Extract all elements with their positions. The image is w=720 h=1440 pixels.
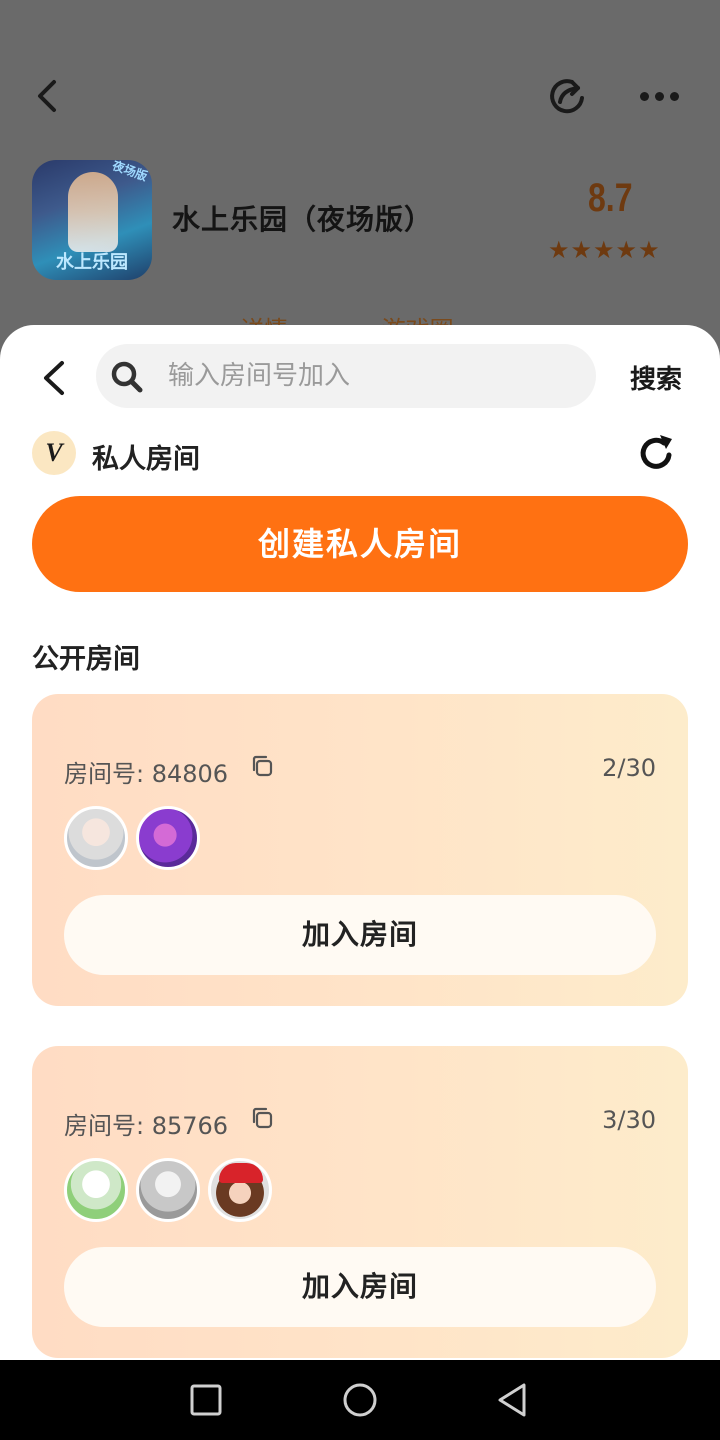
rating-stars: ★★★★★ xyxy=(548,236,661,264)
room-player-count: 3/30 xyxy=(602,1106,656,1134)
player-avatars xyxy=(64,806,208,870)
player-avatars xyxy=(64,1158,280,1222)
search-box xyxy=(96,344,596,408)
refresh-icon[interactable] xyxy=(636,433,676,473)
room-bottom-sheet: 搜索 V 私人房间 创建私人房间 公开房间 房间号: 84806 2/30 加入… xyxy=(0,325,720,1360)
more-options-icon[interactable] xyxy=(640,86,688,106)
join-room-button[interactable]: 加入房间 xyxy=(64,1247,656,1327)
public-room-label: 公开房间 xyxy=(32,644,140,675)
private-room-header: V 私人房间 xyxy=(32,429,688,477)
room-player-count: 2/30 xyxy=(602,754,656,782)
room-number-input[interactable] xyxy=(168,344,578,408)
sheet-back-icon[interactable] xyxy=(38,359,70,397)
room-id: 房间号: 84806 xyxy=(64,760,229,788)
player-avatar[interactable] xyxy=(208,1158,272,1222)
copy-icon[interactable] xyxy=(250,754,274,778)
app-icon-figure xyxy=(68,172,118,252)
room-id: 房间号: 85766 xyxy=(64,1112,229,1140)
player-avatar[interactable] xyxy=(64,806,128,870)
player-avatar[interactable] xyxy=(64,1158,128,1222)
system-nav-bar xyxy=(0,1360,720,1440)
share-icon[interactable] xyxy=(546,74,590,118)
search-icon xyxy=(111,361,143,393)
app-icon-tag: 夜场版 xyxy=(110,160,150,184)
create-private-room-button[interactable]: 创建私人房间 xyxy=(32,496,688,592)
copy-icon[interactable] xyxy=(250,1106,274,1130)
home-circle-icon[interactable] xyxy=(340,1380,380,1420)
vip-badge-icon: V xyxy=(32,431,76,475)
join-room-button[interactable]: 加入房间 xyxy=(64,895,656,975)
room-card: 房间号: 84806 2/30 加入房间 xyxy=(32,694,688,1006)
back-triangle-icon[interactable] xyxy=(492,1380,532,1420)
rating-score: 8.7 xyxy=(588,176,633,220)
room-card: 房间号: 85766 3/30 加入房间 xyxy=(32,1046,688,1358)
app-icon-text: 水上乐园 xyxy=(56,252,128,273)
app-title: 水上乐园（夜场版） xyxy=(172,203,434,236)
app-icon: 夜场版 水上乐园 xyxy=(32,160,152,280)
back-arrow-icon[interactable] xyxy=(30,76,66,116)
search-button[interactable]: 搜索 xyxy=(630,359,682,396)
player-avatar[interactable] xyxy=(136,806,200,870)
recents-square-icon[interactable] xyxy=(186,1380,226,1420)
private-room-label: 私人房间 xyxy=(92,444,200,475)
player-avatar[interactable] xyxy=(136,1158,200,1222)
background-app-page: 夜场版 水上乐园 水上乐园（夜场版） 8.7 ★★★★★ 详情 游戏圈 xyxy=(0,0,720,360)
